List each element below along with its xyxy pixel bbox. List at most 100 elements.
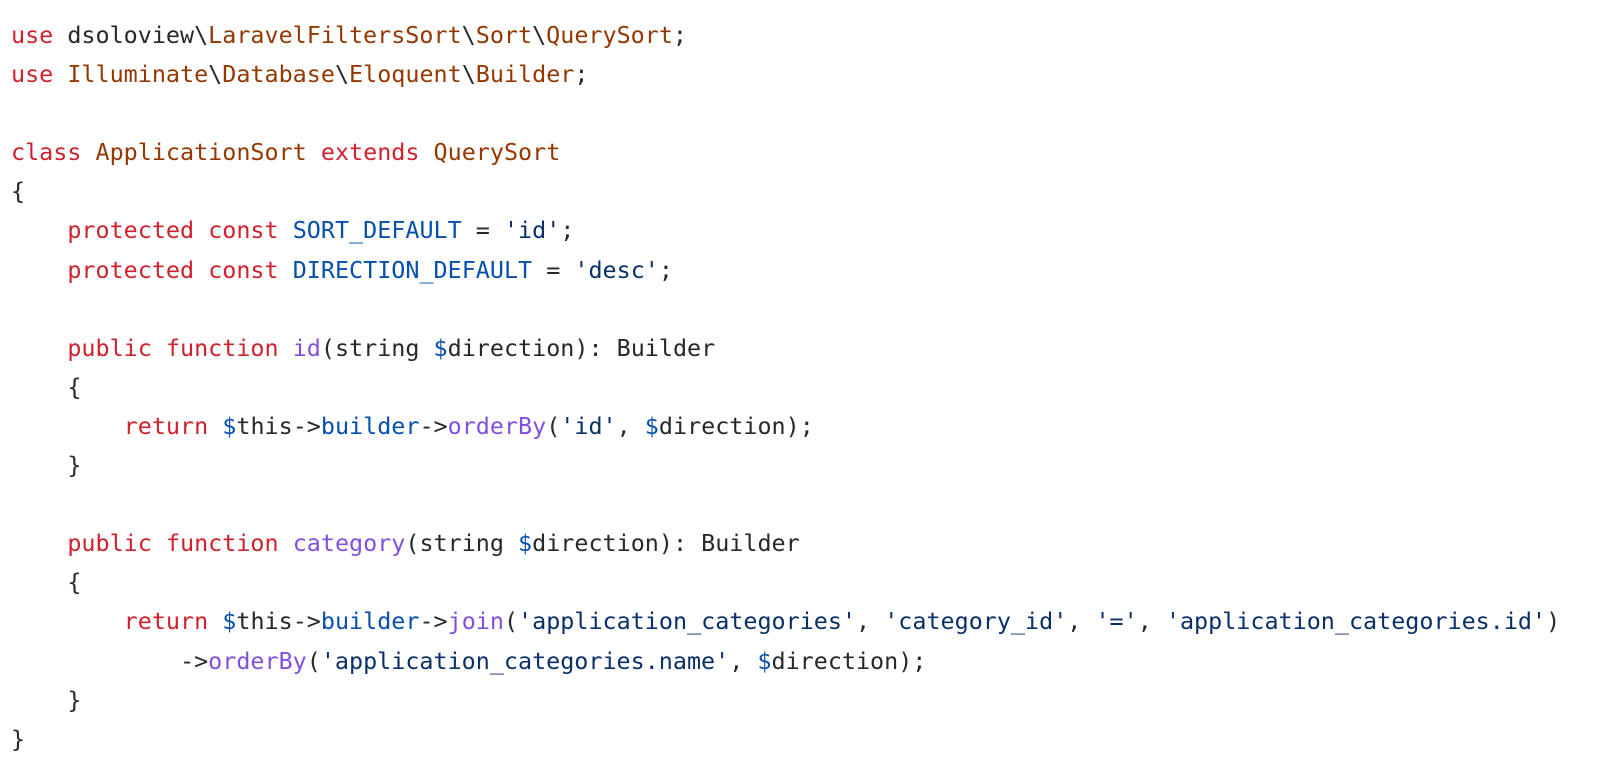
code-token-keyword: return: [123, 607, 209, 636]
code-token-text: =: [461, 216, 504, 245]
code-token-keyword: protected: [67, 255, 195, 284]
code-token-class-name: Database: [222, 60, 335, 89]
code-token-text: ;: [574, 60, 589, 89]
code-token-keyword: public: [67, 529, 152, 558]
code-token-text: this->: [236, 411, 321, 440]
code-token-variable: $: [433, 333, 448, 362]
code-token-string: 'id': [560, 411, 617, 440]
code-token-text: =: [532, 255, 575, 284]
code-line: protected const DIRECTION_DEFAULT = 'des…: [11, 251, 1560, 290]
code-token-text: (: [503, 607, 519, 636]
code-token-string: 'application_categories.id': [1165, 607, 1547, 636]
code-line: return $this->builder->join('application…: [11, 602, 1561, 641]
code-token-keyword: function: [165, 529, 279, 558]
code-token-text: ,: [1067, 607, 1096, 636]
code-token-variable: $: [644, 411, 659, 440]
code-token-text: \: [208, 60, 223, 89]
code-token-keyword: class: [11, 138, 82, 167]
code-token-text: direction): Builder: [447, 333, 716, 362]
code-token-variable: $: [757, 646, 772, 675]
code-token-variable: $: [222, 607, 237, 636]
code-token-variable: builder: [320, 607, 420, 636]
code-token-class-name: ApplicationSort: [95, 138, 307, 167]
code-token-text: ): [1546, 607, 1561, 636]
code-token-text: \: [461, 21, 476, 49]
code-token-text: {: [11, 177, 26, 206]
code-line: public function id(string $direction): B…: [11, 329, 1560, 368]
code-token-class-name: Eloquent: [349, 60, 462, 89]
code-line: }: [11, 720, 1560, 759]
code-token-text: dsoloview\: [53, 21, 209, 49]
code-token-function-name: orderBy: [447, 411, 547, 440]
code-line: return $this->builder->orderBy('id', $di…: [11, 407, 1560, 446]
code-token-class-name: Sort: [475, 21, 533, 49]
code-token-function-name: id: [292, 333, 321, 362]
code-token-string: 'desc': [574, 255, 659, 284]
code-token-text: ;: [672, 21, 688, 49]
code-token-keyword: extends: [320, 138, 420, 167]
code-token-string: 'application_categories': [518, 607, 857, 636]
code-token-text: ,: [1137, 607, 1166, 636]
code-token-text: direction);: [771, 646, 927, 675]
code-token-function-name: join: [447, 607, 504, 636]
code-token-variable: builder: [320, 411, 420, 440]
code-token-text: (string: [405, 529, 519, 558]
code-token-function-name: category: [292, 529, 406, 558]
code-token-keyword: const: [208, 255, 279, 284]
code-token-text: }: [11, 724, 26, 753]
code-line: class ApplicationSort extends QuerySort: [11, 133, 1560, 172]
code-token-text: \: [334, 60, 350, 89]
code-token-keyword: use: [11, 21, 54, 49]
code-token-variable: $: [222, 411, 237, 440]
code-token-class-name: LaravelFiltersSort: [208, 21, 462, 49]
code-token-text: }: [11, 685, 82, 714]
code-token-keyword: const: [208, 216, 279, 245]
code-token-class-name: Illuminate: [67, 60, 209, 89]
code-line: protected const SORT_DEFAULT = 'id';: [11, 211, 1560, 250]
code-token-text: ->: [11, 646, 209, 675]
code-token-variable: $: [518, 529, 533, 558]
code-block: use dsoloview\LaravelFiltersSort\Sort\Qu…: [11, 16, 1560, 759]
code-token-keyword: return: [123, 411, 209, 440]
code-line: use Illuminate\Database\Eloquent\Builder…: [11, 55, 1560, 94]
code-token-text: ,: [616, 411, 645, 440]
code-token-text: (string: [320, 333, 434, 362]
code-line: ->orderBy('application_categories.name',…: [11, 642, 1560, 681]
code-line: }: [11, 446, 1560, 485]
code-token-text: direction);: [658, 411, 814, 440]
code-token-text: ,: [729, 646, 758, 675]
code-token-string: 'id': [503, 216, 561, 245]
code-token-text: {: [11, 568, 82, 597]
code-token-constant: SORT_DEFAULT: [292, 216, 462, 245]
code-token-constant: DIRECTION_DEFAULT: [292, 255, 533, 284]
code-line: {: [11, 368, 1560, 407]
code-token-text: this->: [236, 607, 321, 636]
code-token-class-name: QuerySort: [546, 21, 673, 49]
code-token-text: }: [11, 451, 82, 480]
code-token-text: ->: [419, 411, 448, 440]
code-line: }: [11, 681, 1560, 720]
code-token-text: ;: [560, 216, 575, 245]
code-token-keyword: public: [67, 333, 152, 362]
code-token-text: ->: [419, 607, 448, 636]
code-line: use dsoloview\LaravelFiltersSort\Sort\Qu…: [11, 16, 1560, 55]
code-token-keyword: protected: [67, 216, 195, 245]
code-token-text: ;: [658, 255, 673, 284]
code-token-class-name: Builder: [475, 60, 575, 89]
